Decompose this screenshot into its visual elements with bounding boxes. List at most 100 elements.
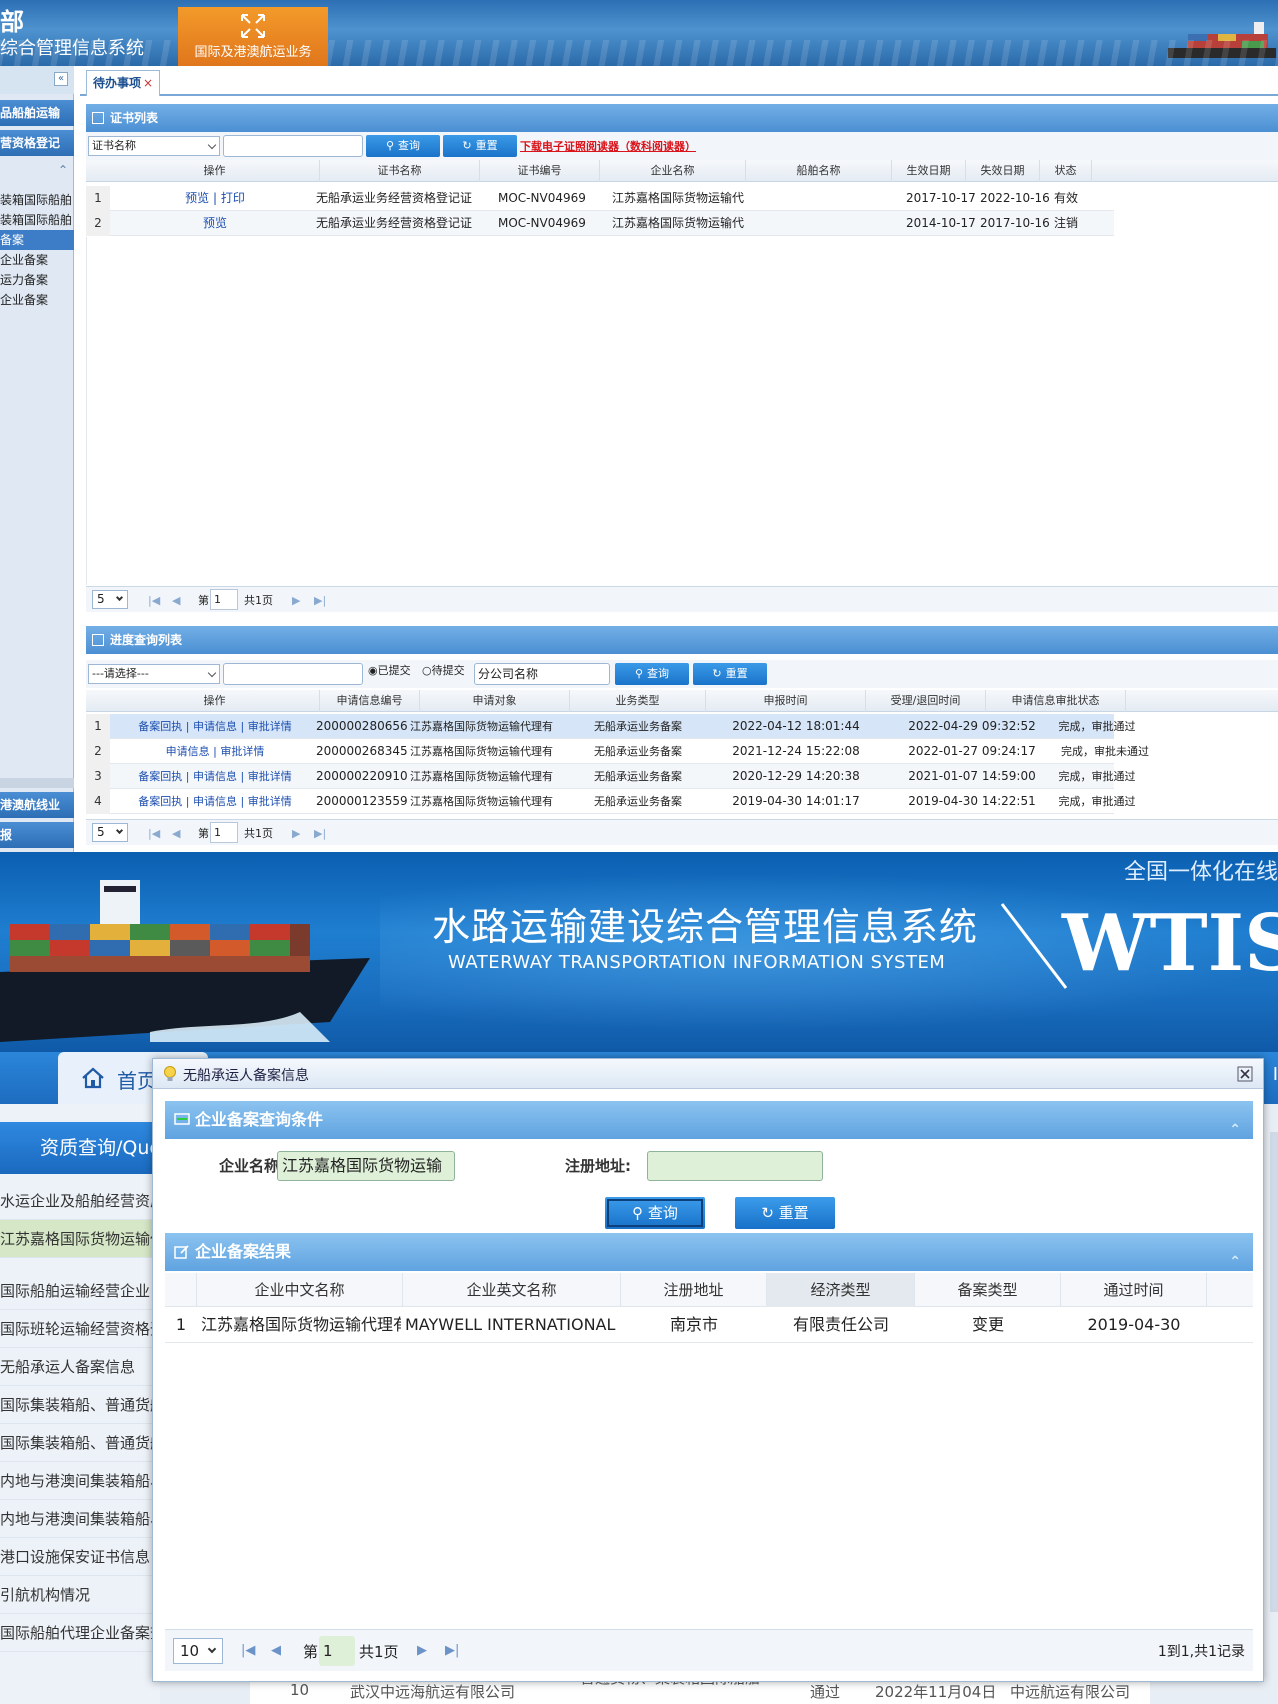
- download-reader-link[interactable]: 下载电子证照阅读器（数科阅读器）: [520, 138, 696, 154]
- table-row[interactable]: 2 预览 无船承运业务经营资格登记证 MOC-NV04969 江苏嘉格国际货物运…: [86, 211, 1114, 236]
- table-row[interactable]: 1 预览 | 打印 无船承运业务经营资格登记证 MOC-NV04969 江苏嘉格…: [86, 186, 1114, 211]
- sidebar-item[interactable]: 港口设施保安证书信息: [0, 1538, 160, 1576]
- first-page-icon[interactable]: |◀: [241, 1643, 255, 1658]
- page-input[interactable]: 1: [210, 822, 238, 843]
- sidebar-item-selected[interactable]: 江苏嘉格国际货物运输代: [0, 1220, 160, 1258]
- page-input[interactable]: 1: [319, 1636, 355, 1666]
- business-tab-intl[interactable]: 国际及港澳航运业务: [178, 7, 328, 66]
- prev-page-icon[interactable]: ◀: [172, 827, 180, 840]
- sidebar-item[interactable]: 国际集装箱船、普通货船: [0, 1386, 160, 1424]
- page-size-select[interactable]: 10: [173, 1638, 223, 1664]
- progress-search-button[interactable]: ⚲ 查询: [615, 663, 689, 685]
- receipt-link[interactable]: 备案回执: [138, 795, 182, 808]
- chevron-up-icon[interactable]: ⌃: [1229, 1111, 1241, 1149]
- app-info-link[interactable]: 申请信息: [193, 770, 237, 783]
- cert-col-no[interactable]: 证书编号: [480, 160, 600, 182]
- receipt-link[interactable]: 备案回执: [138, 770, 182, 783]
- branch-name-input[interactable]: 分公司名称: [474, 663, 610, 685]
- left-nav-item-5[interactable]: 运力备案: [0, 270, 74, 290]
- cert-filter-select[interactable]: 证书名称: [88, 136, 220, 156]
- app-info-link[interactable]: 申请信息: [193, 720, 237, 733]
- left-nav-header-4[interactable]: 报: [0, 822, 74, 848]
- first-page-icon[interactable]: |◀: [148, 594, 160, 607]
- left-nav-item-6[interactable]: 企业备案: [0, 290, 74, 310]
- result-col-econ-type[interactable]: 经济类型: [767, 1273, 915, 1307]
- result-col-en-name[interactable]: 企业英文名称: [403, 1273, 621, 1307]
- approval-detail-link[interactable]: 审批详情: [248, 720, 292, 733]
- progress-reset-button[interactable]: ↻ 重置: [693, 663, 767, 685]
- prev-page-icon[interactable]: ◀: [172, 594, 180, 607]
- left-nav-header-2[interactable]: 营资格登记: [0, 130, 74, 156]
- close-icon[interactable]: [1237, 1066, 1253, 1082]
- left-nav-header-1[interactable]: 品船舶运输: [0, 100, 74, 126]
- first-page-icon[interactable]: |◀: [148, 827, 160, 840]
- close-icon[interactable]: ×: [143, 76, 153, 90]
- app-info-link[interactable]: 申请信息: [166, 745, 210, 758]
- sidebar-item[interactable]: 国际集装箱船、普通货船: [0, 1424, 160, 1462]
- last-page-icon[interactable]: ▶|: [314, 594, 326, 607]
- cert-col-status[interactable]: 状态: [1040, 160, 1092, 182]
- approval-detail-link[interactable]: 审批详情: [248, 795, 292, 808]
- progress-search-input[interactable]: [223, 663, 363, 685]
- next-page-icon[interactable]: ▶: [292, 827, 300, 840]
- table-row[interactable]: 4 备案回执 | 申请信息 | 审批详情 200000123559 江苏嘉格国际…: [86, 789, 1136, 814]
- progress-col-target[interactable]: 申请对象: [420, 690, 570, 712]
- cert-search-input[interactable]: [223, 135, 363, 157]
- left-nav-header-3[interactable]: 港澳航线业: [0, 792, 74, 818]
- table-row[interactable]: 1 江苏嘉格国际货物运输代理有 MAYWELL INTERNATIONAL 南京…: [165, 1307, 1253, 1343]
- radio-submitted[interactable]: ◉已提交: [368, 662, 411, 678]
- result-col-record-type[interactable]: 备案类型: [915, 1273, 1061, 1307]
- preview-link[interactable]: 预览: [203, 216, 227, 230]
- prev-page-icon[interactable]: ◀: [271, 1643, 281, 1658]
- progress-col-submit[interactable]: 申报时间: [706, 690, 866, 712]
- progress-filter-select[interactable]: ---请选择---: [88, 664, 220, 684]
- approval-detail-link[interactable]: 审批详情: [220, 745, 264, 758]
- next-page-icon[interactable]: ▶: [292, 594, 300, 607]
- progress-col-status[interactable]: 申请信息审批状态: [986, 690, 1126, 712]
- collapse-icon[interactable]: «: [54, 72, 68, 86]
- sidebar-item[interactable]: 国际班轮运输经营资格登: [0, 1310, 160, 1348]
- receipt-link[interactable]: 备案回执: [138, 720, 182, 733]
- cert-col-ops[interactable]: 操作: [110, 160, 320, 182]
- last-page-icon[interactable]: ▶|: [445, 1643, 459, 1658]
- left-nav-item-4[interactable]: 企业备案: [0, 250, 74, 270]
- table-row[interactable]: 3 备案回执 | 申请信息 | 审批详情 200000220910 江苏嘉格国际…: [86, 764, 1136, 789]
- cert-col-start[interactable]: 生效日期: [892, 160, 966, 182]
- preview-link[interactable]: 预览: [185, 191, 209, 205]
- progress-col-appno[interactable]: 申请信息编号: [320, 690, 420, 712]
- next-page-icon[interactable]: ▶: [417, 1643, 427, 1658]
- cert-reset-button[interactable]: ↻ 重置: [443, 135, 517, 157]
- page-size-select[interactable]: 5: [92, 590, 128, 609]
- result-col-address[interactable]: 注册地址: [621, 1273, 767, 1307]
- table-row[interactable]: 2 申请信息 | 审批详情 200000268345 江苏嘉格国际货物运输代理有…: [86, 739, 1149, 764]
- cert-col-end[interactable]: 失效日期: [966, 160, 1040, 182]
- cert-search-button[interactable]: ⚲ 查询: [366, 135, 440, 157]
- sidebar-item[interactable]: 内地与港澳间集装箱船、: [0, 1500, 160, 1538]
- left-nav-scrollbar[interactable]: [0, 778, 74, 788]
- result-col-pass-time[interactable]: 通过时间: [1061, 1273, 1207, 1307]
- left-nav-item-1[interactable]: 装箱国际船舶: [0, 190, 74, 210]
- app-info-link[interactable]: 申请信息: [193, 795, 237, 808]
- page-size-select[interactable]: 5: [92, 823, 128, 842]
- progress-col-type[interactable]: 业务类型: [570, 690, 706, 712]
- progress-col-accept[interactable]: 受理/退回时间: [866, 690, 986, 712]
- table-row[interactable]: 1 备案回执 | 申请信息 | 审批详情 200000280656 江苏嘉格国际…: [86, 714, 1136, 739]
- cert-col-name[interactable]: 证书名称: [320, 160, 480, 182]
- sidebar-item[interactable]: 水运企业及船舶经营资质: [0, 1182, 160, 1220]
- left-nav-item-2[interactable]: 装箱国际船舶: [0, 210, 74, 230]
- reset-button[interactable]: ↻ 重置: [735, 1197, 835, 1229]
- sidebar-item[interactable]: 无船承运人备案信息: [0, 1348, 160, 1386]
- cert-col-ship[interactable]: 船舶名称: [746, 160, 892, 182]
- left-nav-item-3[interactable]: 备案: [0, 230, 74, 250]
- progress-col-ops[interactable]: 操作: [110, 690, 320, 712]
- query-button[interactable]: ⚲ 查询: [605, 1197, 705, 1229]
- print-link[interactable]: 打印: [221, 191, 245, 205]
- sidebar-item[interactable]: 国际船舶运输经营企业: [0, 1272, 160, 1310]
- tab-todo[interactable]: 待办事项 ×: [86, 70, 161, 96]
- last-page-icon[interactable]: ▶|: [314, 827, 326, 840]
- cert-col-company[interactable]: 企业名称: [600, 160, 746, 182]
- address-input[interactable]: [647, 1151, 823, 1181]
- company-name-input[interactable]: 江苏嘉格国际货物运输: [277, 1151, 455, 1181]
- sidebar-item[interactable]: 引航机构情况: [0, 1576, 160, 1614]
- radio-pending[interactable]: ○待提交: [422, 662, 465, 678]
